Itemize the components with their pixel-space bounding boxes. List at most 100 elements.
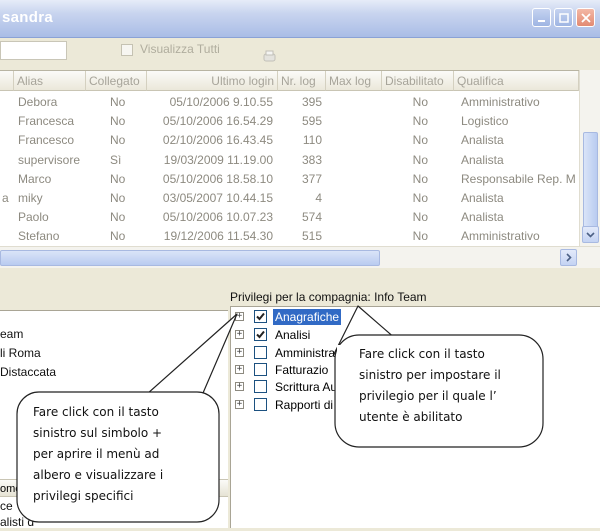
privilege-checkbox[interactable] [254,310,267,323]
table-cell-prefix: a [2,191,9,205]
table-cell-qualifica: Logistico [461,114,509,129]
table-row[interactable]: Francesco No 02/10/2006 16.43.45 110 No Anali… [0,131,579,150]
tree-node-label[interactable]: Scrittura Au [273,379,339,395]
close-icon [580,12,591,23]
list-item[interactable]: alisti d [0,513,34,531]
table-cell-collegato: No [110,95,126,109]
scroll-down-button[interactable] [582,226,599,243]
table-cell-nrlog: 110 [302,133,322,148]
tree-node-label[interactable]: Fatturazio [273,362,330,378]
column-header-collegato[interactable]: Collegato [86,71,147,91]
tree-node-label[interactable]: Anagrafiche [273,309,342,325]
table-cell-login: 05/10/2006 18.58.10 [162,171,273,186]
maximize-icon [558,12,569,23]
company-list-item[interactable]: eam [0,325,23,343]
column-header-max-log[interactable]: Max log [326,71,382,91]
expand-plus-icon[interactable]: + [235,348,244,357]
privilege-checkbox[interactable] [254,346,267,359]
column-header-lead[interactable] [0,71,14,91]
table-row[interactable]: a miky No 03/05/2007 10.44.15 4 No Analista [0,189,579,208]
search-input[interactable] [0,41,67,60]
table-cell-alias: Francesco [18,133,75,148]
table-cell-prefix [2,208,14,227]
vertical-scroll-thumb[interactable] [583,132,598,240]
expand-plus-icon[interactable]: + [235,400,244,409]
table-cell-maxlog [326,112,378,131]
column-header-nr-log[interactable]: Nr. log [278,71,326,91]
table-cell-collegato: No [110,133,126,148]
horizontal-scroll-thumb[interactable] [0,250,380,266]
table-cell-disabilitato: No [412,114,428,129]
company-list-item[interactable]: Distaccata [0,363,56,381]
table-row[interactable]: Stefano No 19/12/2006 11.54.30 515 No Amminis… [0,227,579,246]
table-cell-disabilitato: No [412,191,428,205]
window-title-bar: sandra [0,0,600,38]
table-cell-nrlog: 595 [301,114,322,129]
column-header-ultimo-login[interactable]: Ultimo login [147,71,278,91]
callout-right-line: privilegio per il quale l’ [359,389,497,403]
table-cell-login: 05/10/2006 16.54.29 [162,114,273,129]
privilege-checkbox[interactable] [254,363,267,376]
table-cell-nrlog: 395 [301,95,322,109]
table-cell-login: 03/05/2007 10.44.15 [162,191,273,205]
table-cell-maxlog [326,151,378,170]
table-row[interactable]: Francesca No 05/10/2006 16.54.29 595 No Logis… [0,112,579,131]
column-header-alias[interactable]: Alias [14,71,86,91]
table-cell-disabilitato: No [412,152,428,167]
callout-left-line: albero e visualizzare i [33,468,164,482]
table-cell-prefix [2,93,14,112]
tree-node-label[interactable]: Rapporti di l [273,397,341,413]
minimize-button[interactable] [532,8,551,27]
close-button[interactable] [576,8,595,27]
maximize-button[interactable] [554,8,573,27]
table-cell-alias: Marco [18,171,52,186]
table-cell-prefix [2,151,14,170]
table-cell-disabilitato: No [412,95,428,109]
chevron-right-icon [565,253,572,262]
table-cell-maxlog [326,93,378,112]
table-cell-alias: Francesca [18,114,75,129]
column-header-disabilitato[interactable]: Disabilitato [382,71,454,91]
table-cell-qualifica: Analista [461,191,504,205]
expand-plus-icon[interactable]: + [235,312,244,321]
horizontal-scrollbar[interactable] [0,246,600,268]
tree-node-label[interactable]: Analisi [273,327,312,343]
table-cell-nrlog: 574 [301,210,322,225]
table-cell-qualifica: Responsabile Rep. M [461,171,576,186]
vertical-scrollbar[interactable] [579,70,600,246]
table-cell-qualifica: Analista [461,152,504,167]
table-cell-prefix [2,131,14,150]
scroll-right-button[interactable] [560,249,577,266]
expand-plus-icon[interactable]: + [235,330,244,339]
show-all-checkbox[interactable] [121,44,133,56]
expand-plus-icon[interactable]: + [235,382,244,391]
expand-plus-icon[interactable]: + [235,365,244,374]
window-title: sandra [2,9,53,26]
table-row[interactable]: supervisore Sì 19/03/2009 11.19.00 383 No Ana… [0,151,579,170]
privilege-checkbox[interactable] [254,380,267,393]
print-icon[interactable] [262,50,278,64]
table-cell-collegato: No [110,229,126,244]
company-list-item[interactable]: li Roma [0,344,41,362]
privilege-checkbox[interactable] [254,398,267,411]
table-cell-nrlog: 377 [301,171,322,186]
checkmark-icon [256,312,265,321]
table-cell-prefix [2,170,14,189]
table-cell-login: 05/10/2006 9.10.55 [169,95,273,109]
table-cell-alias: Stefano [18,229,60,244]
callout-right-line: utente è abilitato [359,410,463,424]
table-cell-qualifica: Amministrativo [461,229,540,244]
table-cell-alias: supervisore [18,152,81,167]
callout-right-line: sinistro per impostare il [359,368,501,382]
table-row[interactable]: Paolo No 05/10/2006 10.07.23 574 No Analista [0,208,579,227]
column-header-qualifica[interactable]: Qualifica [454,71,579,91]
table-cell-maxlog [326,227,378,246]
tree-node-label[interactable]: Amministra [273,345,337,361]
privilege-checkbox[interactable] [254,328,267,341]
table-cell-nrlog: 515 [301,229,322,244]
table-row[interactable]: Marco No 05/10/2006 18.58.10 377 No Responsab… [0,170,579,189]
minimize-icon [537,19,545,22]
table-row[interactable]: Debora No 05/10/2006 9.10.55 395 No Amministr… [0,93,579,112]
table-cell-collegato: No [110,171,126,186]
callout-left-line: privilegi specifici [33,489,134,503]
